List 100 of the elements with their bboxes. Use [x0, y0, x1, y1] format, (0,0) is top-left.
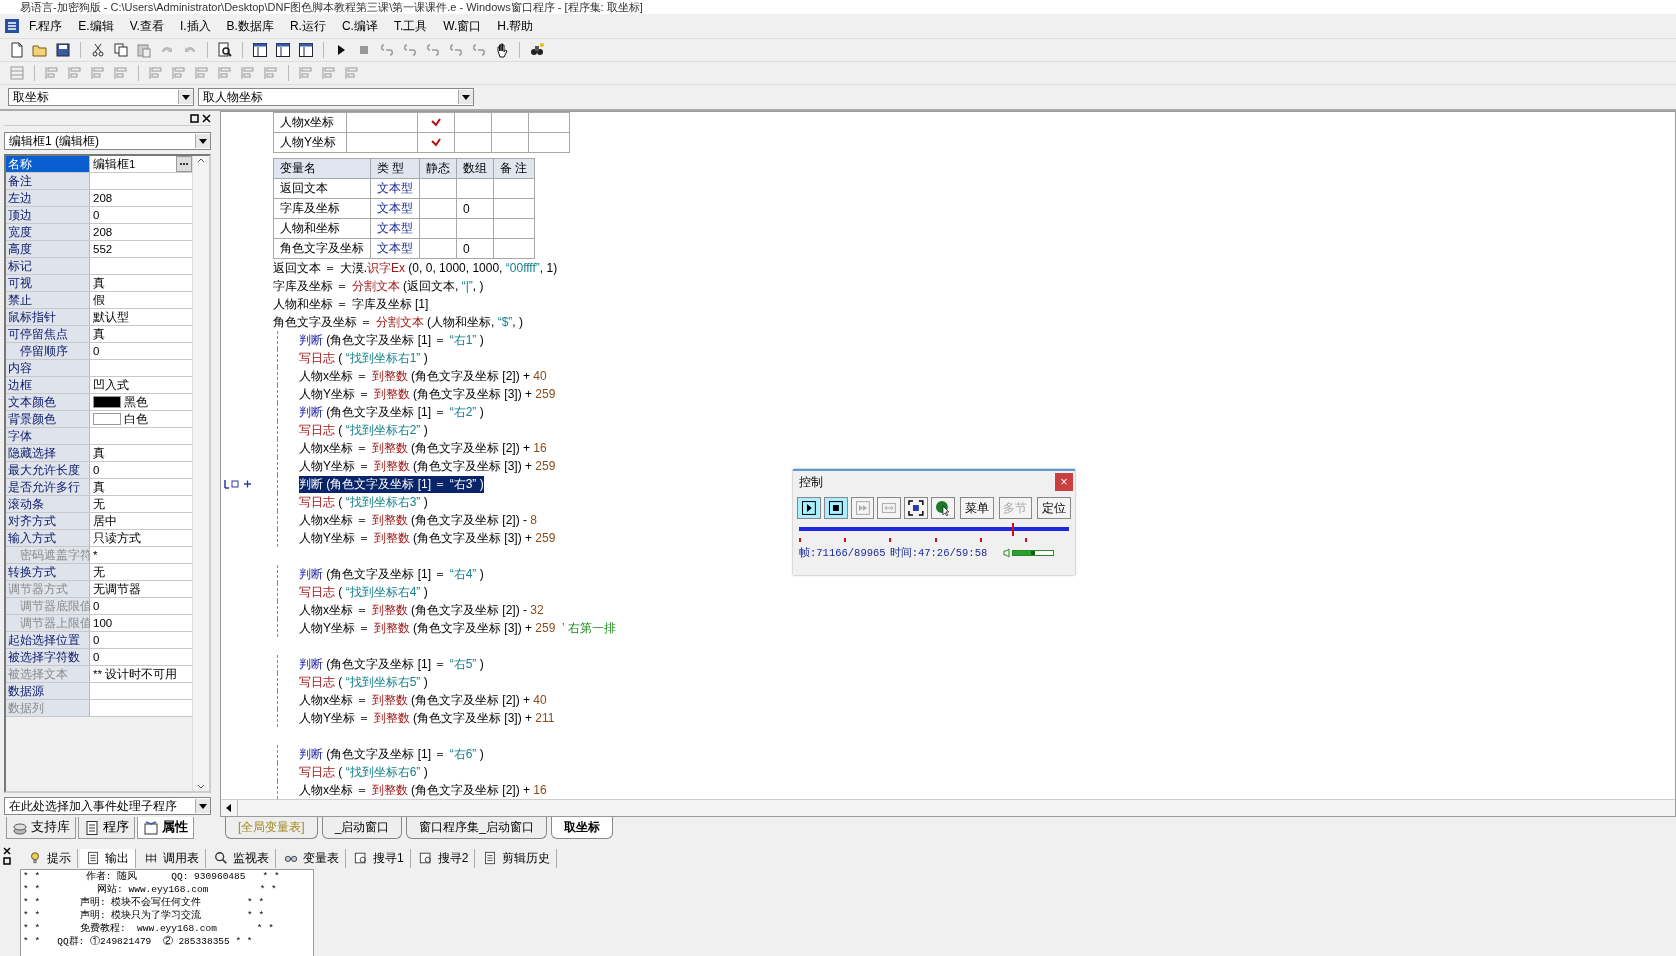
property-label[interactable]: 数据源	[6, 683, 90, 699]
menu-item[interactable]: E.编辑	[71, 15, 121, 37]
toolbar-button[interactable]	[274, 41, 292, 59]
close-button[interactable]: ×	[1055, 473, 1073, 491]
menu-item[interactable]: R.运行	[282, 15, 333, 37]
object-selector[interactable]: 编辑框1 (编辑框)	[4, 132, 211, 150]
property-value[interactable]: 0	[90, 632, 193, 648]
panel-tab[interactable]: 剪辑历史	[477, 848, 558, 868]
toolbar-button[interactable]	[297, 41, 315, 59]
panel-tab[interactable]: 监视表	[208, 848, 276, 868]
property-label[interactable]: 停留顺序	[6, 343, 90, 359]
property-label[interactable]: 隐藏选择	[6, 445, 90, 461]
control-button[interactable]: 菜单	[959, 497, 994, 519]
toolbar-button[interactable]	[216, 41, 234, 59]
property-value[interactable]: 居中	[90, 513, 193, 529]
menu-item[interactable]: V.查看	[122, 15, 171, 37]
property-label[interactable]: 背景颜色	[6, 411, 90, 427]
control-button[interactable]: 定位	[1037, 497, 1072, 519]
panel-tab[interactable]: 提示	[22, 848, 78, 868]
toolbar-button[interactable]	[251, 41, 269, 59]
close-icon[interactable]	[202, 113, 211, 123]
scrollbar[interactable]	[192, 156, 209, 791]
control-button[interactable]	[931, 497, 955, 519]
menu-item[interactable]: H.帮助	[490, 15, 541, 37]
toolbar-button[interactable]	[89, 41, 107, 59]
property-value[interactable]: 真	[90, 275, 193, 291]
control-button[interactable]	[823, 497, 848, 519]
panel-tab[interactable]: 属性	[137, 817, 194, 839]
property-label[interactable]: 备注	[6, 173, 90, 189]
restore-icon[interactable]	[3, 857, 11, 865]
property-value[interactable]: 0	[90, 649, 193, 665]
method-selector[interactable]: 取人物坐标	[198, 88, 474, 106]
property-value[interactable]: 0	[90, 462, 193, 478]
property-label[interactable]: 输入方式	[6, 530, 90, 546]
arrow-up-icon[interactable]	[197, 156, 206, 164]
menu-item[interactable]: I.插入	[172, 15, 218, 37]
property-label[interactable]: 内容	[6, 360, 90, 376]
menu-item[interactable]: C.编译	[334, 15, 385, 37]
document-tab[interactable]: 窗口程序集_启动窗口	[406, 817, 548, 839]
property-value[interactable]: 编辑框1	[90, 156, 193, 172]
property-value[interactable]: 只读方式	[90, 530, 193, 546]
property-label[interactable]: 文本颜色	[6, 394, 90, 410]
property-label[interactable]: 标记	[6, 258, 90, 274]
property-value[interactable]: 真	[90, 326, 193, 342]
panel-tab[interactable]: 输出	[80, 848, 136, 868]
property-value[interactable]: 黑色	[90, 394, 193, 410]
panel-tab[interactable]: 调用表	[138, 848, 206, 868]
property-value[interactable]: 默认型	[90, 309, 193, 325]
property-label[interactable]: 左边	[6, 190, 90, 206]
property-label[interactable]: 被选择字符数	[6, 649, 90, 665]
property-label[interactable]: 对齐方式	[6, 513, 90, 529]
control-button[interactable]	[797, 497, 821, 519]
property-label[interactable]: 高度	[6, 241, 90, 257]
property-label[interactable]: 名称	[6, 156, 90, 172]
document-tab[interactable]: _启动窗口	[321, 817, 403, 839]
property-value[interactable]: 真	[90, 479, 193, 495]
property-value[interactable]: 白色	[90, 411, 193, 427]
property-value[interactable]: 无	[90, 564, 193, 580]
property-label[interactable]: 可视	[6, 275, 90, 291]
restore-icon[interactable]	[190, 113, 199, 123]
panel-tab[interactable]: 变量表	[278, 848, 346, 868]
property-value[interactable]: 0	[90, 343, 193, 359]
property-value[interactable]: 0	[90, 207, 193, 223]
horizontal-scrollbar[interactable]	[221, 799, 1675, 816]
property-value[interactable]: 208	[90, 190, 193, 206]
menu-item[interactable]: B.数据库	[219, 15, 281, 37]
property-value[interactable]: 真	[90, 445, 193, 461]
volume-slider[interactable]	[1012, 550, 1055, 556]
event-selector[interactable]: 在此处选择加入事件处理子程序	[4, 797, 211, 815]
close-icon[interactable]	[3, 847, 11, 855]
property-label[interactable]: 禁止	[6, 292, 90, 308]
control-button[interactable]	[904, 497, 929, 519]
menu-item[interactable]: W.窗口	[436, 15, 489, 37]
ellipsis-button[interactable]	[176, 156, 193, 172]
arrow-left-icon[interactable]	[226, 804, 232, 812]
property-value[interactable]: 假	[90, 292, 193, 308]
property-label[interactable]: 可停留焦点	[6, 326, 90, 342]
menu-item[interactable]: F.程序	[22, 15, 70, 37]
property-value[interactable]: 凹入式	[90, 377, 193, 393]
property-label[interactable]: 鼠标指针	[6, 309, 90, 325]
document-tab[interactable]: 取坐标	[551, 817, 614, 839]
panel-tab[interactable]: 支持库	[6, 817, 76, 839]
property-label[interactable]: 最大允许长度	[6, 462, 90, 478]
arrow-down-icon[interactable]	[197, 783, 206, 791]
panel-tab[interactable]: 搜寻2	[412, 848, 476, 868]
property-label[interactable]: 字体	[6, 428, 90, 444]
property-label[interactable]: 顶边	[6, 207, 90, 223]
property-label[interactable]: 边框	[6, 377, 90, 393]
class-selector[interactable]: 取坐标	[8, 88, 194, 106]
panel-tab[interactable]: 程序	[78, 817, 135, 839]
property-label[interactable]: 转换方式	[6, 564, 90, 580]
property-label[interactable]: 是否允许多行	[6, 479, 90, 495]
panel-tab[interactable]: 搜寻1	[348, 848, 411, 868]
property-label[interactable]: 起始选择位置	[6, 632, 90, 648]
property-value[interactable]: 无	[90, 496, 193, 512]
property-label[interactable]: 宽度	[6, 224, 90, 240]
property-value[interactable]: 208	[90, 224, 193, 240]
playhead[interactable]	[1012, 523, 1015, 536]
property-value[interactable]: 552	[90, 241, 193, 257]
property-label[interactable]: 滚动条	[6, 496, 90, 512]
